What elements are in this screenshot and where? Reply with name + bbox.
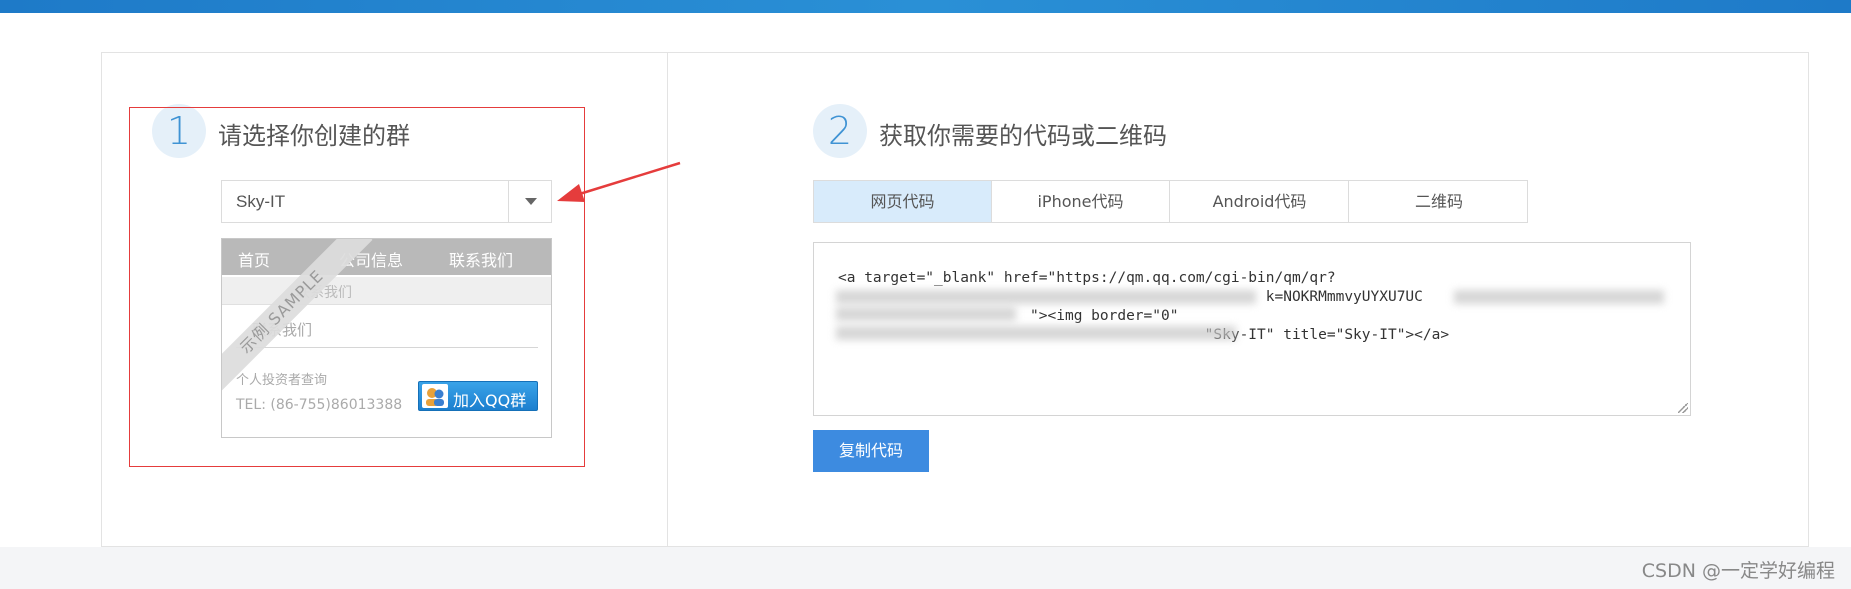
footer-band: [0, 547, 1851, 589]
step-2-title: 获取你需要的代码或二维码: [879, 122, 1167, 150]
sample-breadcrumb: 联系我们: [222, 277, 551, 305]
sample-info-label: 个人投资者查询: [236, 373, 328, 388]
code-type-tabs: 网页代码 iPhone代码 Android代码 二维码: [813, 180, 1528, 223]
sample-preview: 首页 公司信息 联系我们 联系我们 联系我们 个人投资者查询 TEL: (86-…: [221, 238, 552, 438]
join-qq-group-button: 加入QQ群: [418, 381, 538, 411]
group-select-value: Sky-IT: [236, 192, 286, 211]
sample-divider: [236, 347, 538, 348]
tab-android-code[interactable]: Android代码: [1171, 181, 1349, 222]
tab-iphone-code[interactable]: iPhone代码: [992, 181, 1170, 222]
redacted-region-2: [1454, 290, 1664, 304]
step-2-number: 2: [813, 104, 867, 158]
copy-code-button[interactable]: 复制代码: [813, 430, 929, 472]
tab-web-code[interactable]: 网页代码: [814, 181, 992, 222]
sample-nav-item-contact: 联系我们: [449, 251, 514, 270]
code-line-1: <a target="_blank" href="https://qm.qq.c…: [838, 270, 1336, 286]
code-textarea[interactable]: <a target="_blank" href="https://qm.qq.c…: [813, 242, 1691, 416]
select-separator: [508, 181, 509, 222]
sample-tel: TEL: (86-755)86013388: [236, 397, 403, 413]
redacted-region-3: [836, 307, 1016, 321]
sample-nav-bar: 首页 公司信息 联系我们: [222, 239, 551, 275]
group-select[interactable]: Sky-IT: [221, 180, 552, 223]
redacted-region-1: [836, 290, 1256, 304]
resize-handle[interactable]: [1678, 403, 1688, 413]
join-qq-group-label: 加入QQ群: [453, 391, 527, 410]
csdn-watermark: CSDN @一定学好编程: [1641, 560, 1835, 582]
redacted-region-4: [836, 326, 1236, 340]
chevron-down-icon[interactable]: [525, 198, 537, 205]
tab-qr-code[interactable]: 二维码: [1350, 181, 1528, 222]
panel-divider: [667, 52, 668, 547]
sample-nav-item-home: 首页: [238, 251, 271, 270]
top-accent-bar: [0, 0, 1851, 13]
qq-users-icon: [422, 384, 448, 408]
red-arrow-annotation: [557, 161, 681, 202]
